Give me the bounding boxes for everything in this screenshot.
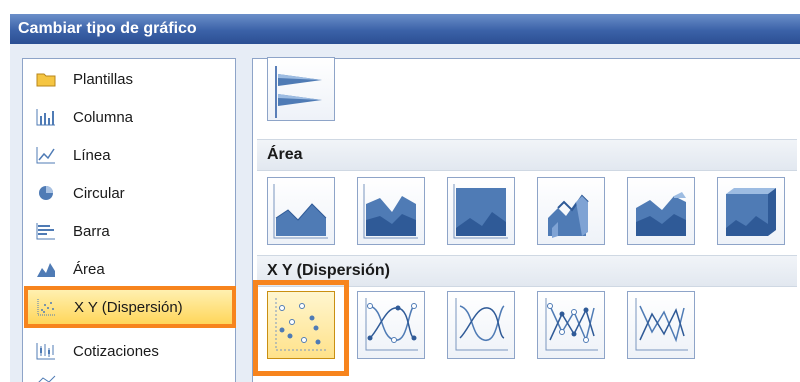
area-chart-icon <box>35 260 57 278</box>
thumb-100-stacked-area[interactable] <box>447 177 515 245</box>
3d-stacked-area-icon <box>636 192 686 236</box>
category-area[interactable]: Área <box>27 251 233 287</box>
category-label: Cotizaciones <box>73 342 159 360</box>
category-bar[interactable]: Barra <box>27 213 233 249</box>
section-title: X Y (Dispersión) <box>267 262 390 279</box>
category-label: Columna <box>73 108 134 126</box>
bar-chart-icon <box>35 222 57 240</box>
pie-chart-icon <box>35 184 57 202</box>
thumb-scatter-straight-lines[interactable] <box>627 291 695 359</box>
thumb-scatter-markers[interactable] <box>267 291 335 359</box>
category-surface[interactable] <box>27 371 233 382</box>
scatter-smooth-markers-icon <box>365 298 418 351</box>
scatter-smooth-lines-icon <box>455 298 508 351</box>
thumb-3d-100-stacked-area[interactable] <box>717 177 785 245</box>
section-title: Área <box>267 146 303 163</box>
dialog-title-bar: Cambiar tipo de gráfico <box>10 14 800 44</box>
section-header-area: Área <box>257 139 797 171</box>
category-label: X Y (Dispersión) <box>74 298 183 316</box>
thumb-3d-area[interactable] <box>537 177 605 245</box>
scatter-markers-icon <box>275 298 328 351</box>
thumb-area[interactable] <box>267 177 335 245</box>
thumb-scatter-straight-markers[interactable] <box>537 291 605 359</box>
thumb-scatter-smooth-markers[interactable] <box>357 291 425 359</box>
category-label: Circular <box>73 184 125 202</box>
percent-stacked-area-icon <box>453 184 508 239</box>
category-line[interactable]: Línea <box>27 137 233 173</box>
scatter-straight-lines-icon <box>635 298 688 351</box>
column-chart-icon <box>35 108 57 126</box>
cone-bar-icon <box>275 66 322 118</box>
stock-chart-icon <box>35 342 57 360</box>
scatter-chart-icon <box>36 298 58 316</box>
category-label: Línea <box>73 146 111 164</box>
line-chart-icon <box>35 146 57 164</box>
3d-percent-stacked-area-icon <box>726 188 776 236</box>
surface-chart-icon <box>35 371 57 382</box>
scatter-straight-markers-icon <box>545 298 598 351</box>
folder-icon <box>35 70 57 88</box>
area-icon <box>273 184 328 239</box>
section-header-xy-scatter: X Y (Dispersión) <box>257 255 797 287</box>
thumb-cone-bar[interactable] <box>267 57 335 121</box>
category-label: Barra <box>73 222 110 240</box>
thumb-stacked-area[interactable] <box>357 177 425 245</box>
chart-subtype-gallery[interactable]: Área X Y (Dispersión) <box>252 57 800 382</box>
dialog-title: Cambiar tipo de gráfico <box>18 20 197 37</box>
category-stock[interactable]: Cotizaciones <box>27 333 233 369</box>
stacked-area-icon <box>363 184 418 239</box>
category-xy-scatter[interactable]: X Y (Dispersión) <box>24 286 236 328</box>
3d-area-icon <box>548 194 589 238</box>
chart-category-list[interactable]: Plantillas Columna Línea Circular Barra … <box>22 58 236 382</box>
category-label: Plantillas <box>73 70 134 88</box>
category-column[interactable]: Columna <box>27 99 233 135</box>
category-pie[interactable]: Circular <box>27 175 233 211</box>
thumb-3d-stacked-area[interactable] <box>627 177 695 245</box>
category-label: Área <box>73 260 105 278</box>
thumb-scatter-smooth-lines[interactable] <box>447 291 515 359</box>
category-templates[interactable]: Plantillas <box>27 61 233 97</box>
